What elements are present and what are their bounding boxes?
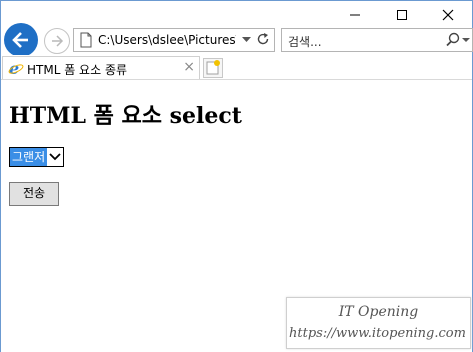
search-icon[interactable] (446, 32, 460, 47)
maximize-icon (397, 10, 407, 20)
search-input[interactable]: 검색... (288, 33, 322, 50)
address-bar[interactable]: C:\Users\dslee\Pictures\ (73, 28, 275, 52)
new-tab-button[interactable] (203, 58, 223, 78)
browser-window: C:\Users\dslee\Pictures\ 검색... e HTML 폼 … (0, 0, 473, 352)
close-button[interactable] (425, 1, 471, 29)
arrow-right-icon (52, 35, 64, 47)
search-dropdown-icon[interactable] (462, 38, 470, 43)
page-content: HTML 폼 요소 select 그랜저 전송 IT Opening https… (1, 79, 472, 352)
ie-logo-icon: e (8, 60, 24, 76)
minimize-icon (350, 14, 360, 16)
close-icon (442, 9, 454, 21)
arrow-left-icon (12, 32, 28, 48)
car-select[interactable]: 그랜저 (9, 147, 65, 167)
dropdown-icon[interactable] (242, 37, 251, 43)
minimize-button[interactable] (332, 1, 378, 29)
watermark-title: IT Opening (338, 304, 419, 320)
search-box[interactable]: 검색... (281, 28, 473, 52)
maximize-button[interactable] (379, 1, 425, 29)
tab-label: HTML 폼 요소 종류 (27, 63, 128, 77)
chevron-down-icon (49, 153, 61, 161)
refresh-icon[interactable] (256, 32, 270, 46)
forward-button[interactable] (44, 28, 70, 54)
title-bar (1, 1, 472, 29)
select-value: 그랜저 (10, 148, 48, 166)
watermark: IT Opening https://www.itopening.com (286, 297, 471, 349)
tab-bar: e HTML 폼 요소 종류 × (1, 55, 472, 79)
back-button[interactable] (4, 23, 38, 57)
document-icon (80, 32, 92, 48)
select-arrow (47, 148, 63, 166)
watermark-url: https://www.itopening.com (289, 326, 466, 341)
tab-active[interactable]: e HTML 폼 요소 종류 × (2, 56, 200, 79)
tab-close-icon[interactable]: × (183, 59, 195, 75)
submit-button[interactable]: 전송 (9, 182, 59, 206)
navigation-bar: C:\Users\dslee\Pictures\ 검색... (1, 23, 473, 57)
new-tab-icon (206, 60, 220, 75)
page-title: HTML 폼 요소 select (9, 103, 242, 129)
address-text: C:\Users\dslee\Pictures\ (98, 33, 236, 47)
